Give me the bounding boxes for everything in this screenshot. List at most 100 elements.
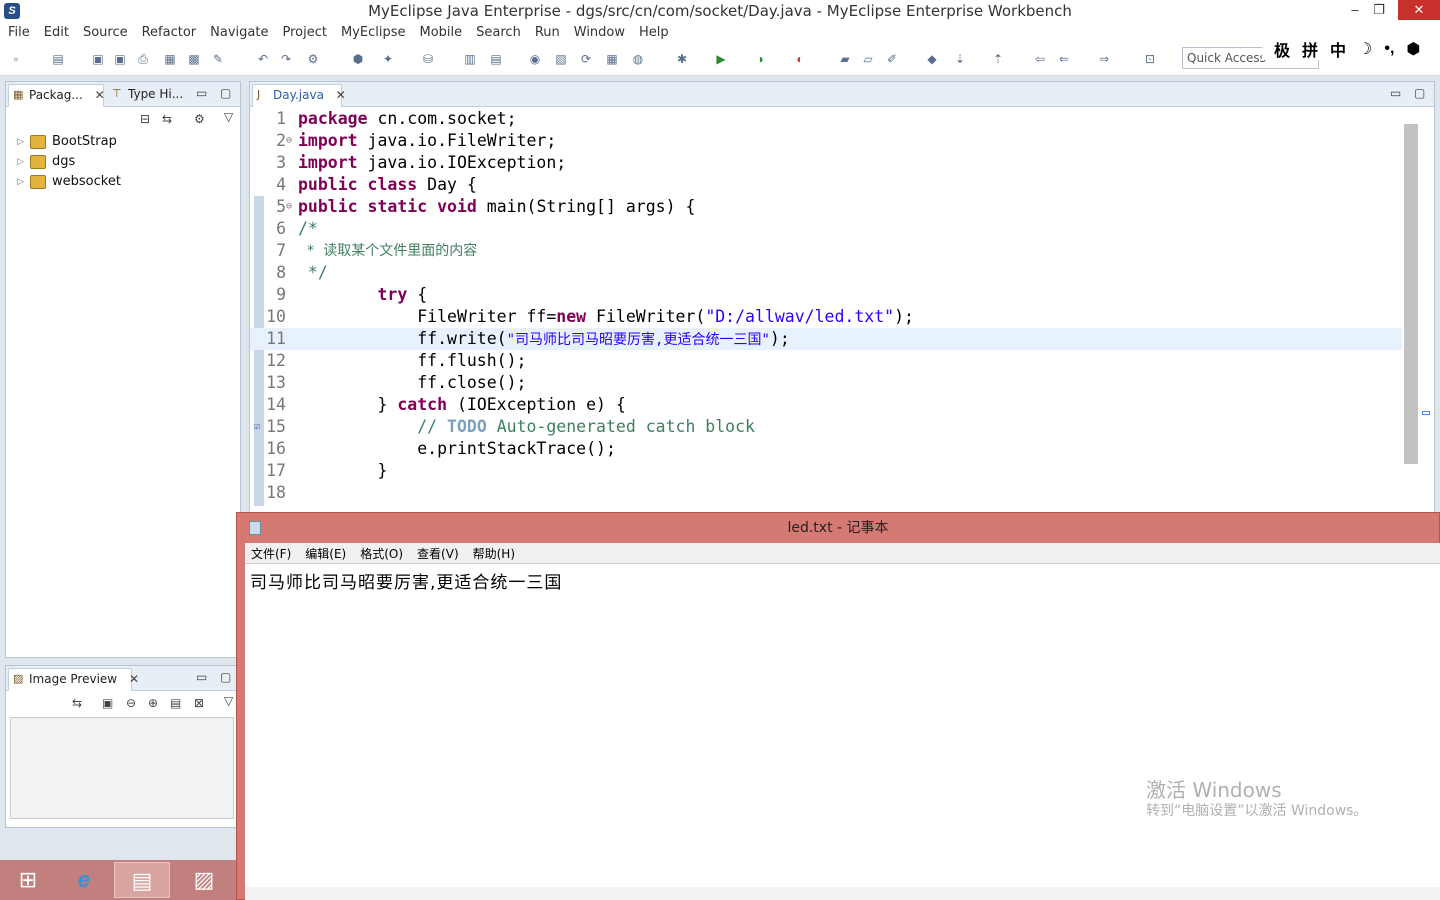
deploy-icon[interactable]: ⬢ xyxy=(350,51,366,67)
notepad-menu-edit[interactable]: 编辑(E) xyxy=(305,545,346,562)
actual-size-icon[interactable]: ▤ xyxy=(170,696,181,710)
zoom-in-icon[interactable]: ⊕ xyxy=(148,696,158,710)
minimize-editor-icon[interactable]: ▭ xyxy=(1390,86,1401,100)
menu-mobile[interactable]: Mobile xyxy=(419,25,462,40)
restore-button[interactable]: ❐ xyxy=(1368,0,1390,20)
close-button[interactable]: ✕ xyxy=(1398,0,1440,20)
tab-package-explorer[interactable]: ▦ Packag... ✕ xyxy=(8,84,105,107)
scroll-thumb[interactable] xyxy=(1404,124,1418,464)
debug-icon[interactable]: ✱ xyxy=(674,51,690,67)
report-icon[interactable]: ▦ xyxy=(604,51,620,67)
minimize-button[interactable]: – xyxy=(1344,0,1366,20)
notepad-menu-file[interactable]: 文件(F) xyxy=(251,545,291,562)
annotation-prev-icon[interactable]: ⇡ xyxy=(990,51,1006,67)
terminal-icon[interactable]: ▦ xyxy=(162,51,178,67)
menu-file[interactable]: File xyxy=(8,25,30,40)
undo-icon[interactable]: ↶ xyxy=(255,51,271,67)
menu-edit[interactable]: Edit xyxy=(44,25,69,40)
close-icon[interactable]: ✕ xyxy=(129,672,139,686)
notepad-menu-help[interactable]: 帮助(H) xyxy=(473,545,515,562)
deploy-project-icon[interactable]: ▤ xyxy=(488,51,504,67)
browser-icon[interactable]: ◉ xyxy=(527,51,543,67)
notepad-menu-format[interactable]: 格式(O) xyxy=(360,545,403,562)
toggle-mark-icon[interactable]: ▩ xyxy=(186,51,202,67)
minimize-panel-icon[interactable]: ▭ xyxy=(196,86,207,100)
expand-icon[interactable]: ▷ xyxy=(17,172,24,192)
maximize-panel-icon[interactable]: ▢ xyxy=(220,670,231,684)
save-all-icon[interactable]: ▣ xyxy=(112,51,128,67)
menu-help[interactable]: Help xyxy=(639,25,669,40)
redo-icon[interactable]: ↷ xyxy=(278,51,294,67)
menu-refactor[interactable]: Refactor xyxy=(142,25,197,40)
notepad-menu-view[interactable]: 查看(V) xyxy=(417,545,459,562)
pen-icon[interactable]: ✐ xyxy=(884,51,900,67)
tree-item-bootstrap[interactable]: ▷ BootStrap xyxy=(6,132,240,152)
notepad-text-area[interactable]: 司马师比司马昭要厉害,更适合统一三国 xyxy=(245,563,1440,900)
open-icon[interactable]: ▤ xyxy=(50,51,66,67)
ime-moon-icon[interactable]: ☽ xyxy=(1358,39,1372,59)
save-icon[interactable]: ▣ xyxy=(90,51,106,67)
menu-run[interactable]: Run xyxy=(535,25,560,40)
overview-marker[interactable] xyxy=(1422,411,1430,415)
start-windows-icon[interactable]: ⊞ xyxy=(0,862,56,898)
pin-icon[interactable]: ⊡ xyxy=(1142,51,1158,67)
run-icon[interactable]: ▶ xyxy=(713,51,729,67)
rotate-icon[interactable]: ⊠ xyxy=(194,696,204,710)
db-icon[interactable]: ⛁ xyxy=(420,51,436,67)
file-explorer-icon[interactable]: ▤ xyxy=(114,862,170,898)
zoom-out-icon[interactable]: ⊖ xyxy=(126,696,136,710)
code-area[interactable]: 1 package cn.com.socket; 2 ⊖ import java.io… xyxy=(250,108,1402,513)
ime-settings-icon[interactable]: ⬢ xyxy=(1406,39,1420,59)
close-icon[interactable]: ✕ xyxy=(95,88,105,102)
packages-icon[interactable]: ▧ xyxy=(553,51,569,67)
external-tools-icon[interactable]: ⚙ xyxy=(305,51,321,67)
ime-punct-icon[interactable]: •, xyxy=(1384,40,1394,58)
ime-mode-ji[interactable]: 极 xyxy=(1274,37,1290,61)
menu-source[interactable]: Source xyxy=(83,25,128,40)
annotation-next-icon[interactable]: ⇣ xyxy=(952,51,968,67)
new-class-icon[interactable]: ▱ xyxy=(860,51,876,67)
ime-pinyin[interactable]: 拼 xyxy=(1302,37,1318,61)
tree-item-dgs[interactable]: ▷ dgs xyxy=(6,152,240,172)
expand-icon[interactable]: ▷ xyxy=(17,132,24,152)
new-package-icon[interactable]: ▰ xyxy=(837,51,853,67)
editor-vertical-scrollbar[interactable] xyxy=(1402,108,1434,513)
sync-icon[interactable]: ⇆ xyxy=(72,696,82,710)
view-menu-icon[interactable]: ▽ xyxy=(224,694,233,708)
forward-icon[interactable]: ⇒ xyxy=(1096,51,1112,67)
fit-icon[interactable]: ▣ xyxy=(102,696,113,710)
menu-navigate[interactable]: Navigate xyxy=(210,25,268,40)
maximize-panel-icon[interactable]: ▢ xyxy=(220,86,231,100)
wizard-icon[interactable]: ✦ xyxy=(380,51,396,67)
menu-project[interactable]: Project xyxy=(282,25,326,40)
close-icon[interactable]: ✕ xyxy=(336,88,346,102)
maximize-editor-icon[interactable]: ▢ xyxy=(1414,86,1425,100)
print-icon[interactable]: ⎙ xyxy=(135,51,151,67)
internet-explorer-icon[interactable]: e xyxy=(56,862,112,898)
minimize-panel-icon[interactable]: ▭ xyxy=(196,670,207,684)
tree-item-websocket[interactable]: ▷ websocket xyxy=(6,172,240,192)
tab-type-hierarchy[interactable]: ⊤ Type Hi... xyxy=(108,84,188,107)
tab-day-java[interactable]: J Day.java ✕ xyxy=(252,84,346,107)
filter-icon[interactable]: ⚙ xyxy=(194,112,205,126)
link-editor-icon[interactable]: ⇆ xyxy=(162,112,172,126)
notepad-horizontal-scrollbar[interactable] xyxy=(245,887,1440,900)
tab-image-preview[interactable]: ▨ Image Preview ✕ xyxy=(8,668,139,691)
expand-icon[interactable]: ▷ xyxy=(17,152,24,172)
search-tool-icon[interactable]: ✎ xyxy=(210,51,226,67)
collapse-all-icon[interactable]: ⊟ xyxy=(140,112,150,126)
server-icon[interactable]: ▥ xyxy=(462,51,478,67)
new-icon[interactable]: ▫ xyxy=(8,51,24,67)
menu-window[interactable]: Window xyxy=(574,25,625,40)
back-icon[interactable]: ⇐ xyxy=(1056,51,1072,67)
run-external-icon[interactable]: ◐ xyxy=(792,51,808,67)
view-menu-icon[interactable]: ▽ xyxy=(224,110,233,124)
menu-myeclipse[interactable]: MyEclipse xyxy=(341,25,406,40)
open-type-icon[interactable]: ◆ xyxy=(924,51,940,67)
menu-search[interactable]: Search xyxy=(476,25,521,40)
ime-chinese[interactable]: 中 xyxy=(1330,37,1346,61)
web-icon[interactable]: ◍ xyxy=(630,51,646,67)
app-monitor-icon[interactable]: ▨ xyxy=(176,862,232,898)
refresh-icon[interactable]: ⟳ xyxy=(578,51,594,67)
last-edit-icon[interactable]: ⇦ xyxy=(1032,51,1048,67)
